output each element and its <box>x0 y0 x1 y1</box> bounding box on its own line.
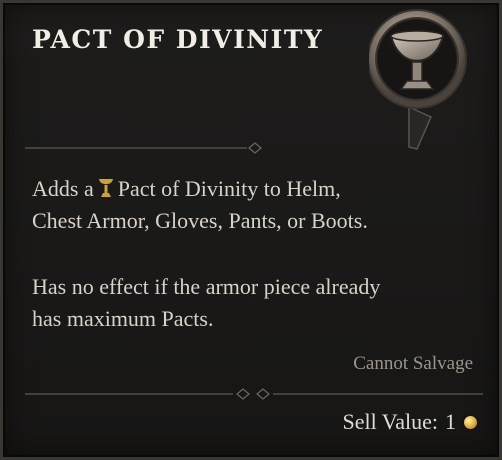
description-line-1: Adds a Pact of Divinity to Helm, <box>32 176 341 201</box>
description-line-3: Has no effect if the armor piece already <box>32 274 381 299</box>
salvage-status: Cannot Salvage <box>353 353 473 374</box>
item-tooltip: PACT OF DIVINITY Adds a Pact of Divinity… <box>0 0 502 460</box>
description-condition: Has no effect if the armor piece already… <box>32 271 380 335</box>
sell-value-label: Sell Value: <box>342 409 438 434</box>
chalice-ring-icon <box>369 9 467 150</box>
description-line-4: has maximum Pacts. <box>32 306 214 331</box>
section-divider-bottom <box>25 388 483 400</box>
description-line-2: Chest Armor, Gloves, Pants, or Boots. <box>32 208 368 233</box>
description-effect: Adds a Pact of Divinity to Helm, Chest A… <box>32 173 368 237</box>
section-divider-top <box>25 142 262 154</box>
sell-value: Sell Value: 1 <box>342 409 477 435</box>
item-title: PACT OF DIVINITY <box>32 25 324 54</box>
divinity-chalice-icon <box>98 179 113 197</box>
gold-coin-icon <box>464 415 477 429</box>
sell-value-amount: 1 <box>445 409 456 434</box>
